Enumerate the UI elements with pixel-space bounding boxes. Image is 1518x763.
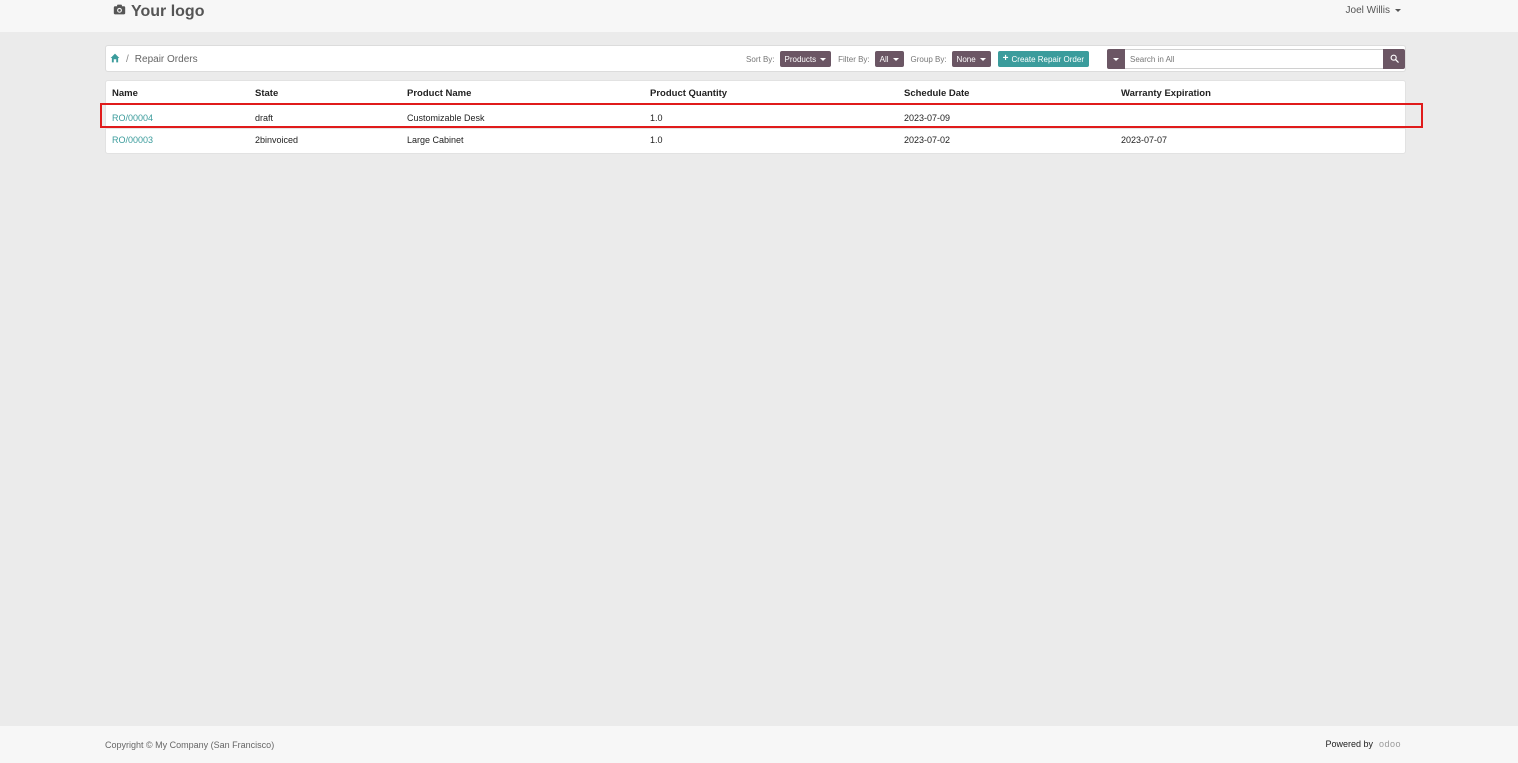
- table-row[interactable]: RO/00004 draft Customizable Desk 1.0 202…: [106, 107, 1405, 129]
- chevron-down-icon: [1395, 9, 1401, 12]
- state-cell: 2binvoiced: [255, 135, 299, 145]
- filter-value: All: [879, 54, 889, 64]
- logo-text: Your logo: [131, 3, 205, 20]
- search-group: [1107, 49, 1405, 69]
- column-header-state: State: [255, 88, 279, 99]
- chevron-down-icon: [820, 57, 827, 61]
- create-repair-order-button[interactable]: + Create Repair Order: [997, 51, 1089, 67]
- group-value: None: [956, 54, 976, 64]
- camera-icon: [113, 3, 126, 21]
- plus-icon: +: [1002, 53, 1009, 64]
- schedule-date-cell: 2023-07-09: [904, 113, 951, 123]
- chevron-down-icon: [1113, 57, 1119, 61]
- filter-label: Filter By:: [838, 54, 870, 64]
- state-cell: draft: [255, 113, 274, 123]
- table-header-row: Name State Product Name Product Quantity…: [106, 83, 1405, 105]
- breadcrumb-current: Repair Orders: [134, 53, 198, 65]
- column-header-warranty-expiration: Warranty Expiration: [1121, 88, 1211, 99]
- user-menu-dropdown[interactable]: Joel Willis: [1346, 5, 1401, 16]
- breadcrumb-separator: /: [126, 53, 129, 65]
- powered-by-label: Powered by: [1325, 739, 1373, 749]
- user-name: Joel Willis: [1345, 5, 1390, 16]
- product-quantity-cell: 1.0: [650, 113, 663, 123]
- search-icon: [1390, 50, 1399, 68]
- group-dropdown[interactable]: None: [951, 51, 991, 67]
- sort-dropdown[interactable]: Products: [779, 51, 832, 67]
- column-header-schedule-date: Schedule Date: [904, 88, 970, 99]
- product-quantity-cell: 1.0: [650, 135, 663, 145]
- sort-label: Sort By:: [746, 54, 775, 64]
- schedule-date-cell: 2023-07-02: [904, 135, 951, 145]
- search-filter-dropdown[interactable]: [1107, 49, 1125, 69]
- copyright-text: Copyright © My Company (San Francisco): [105, 740, 275, 750]
- chevron-down-icon: [892, 57, 899, 61]
- search-button[interactable]: [1383, 49, 1405, 69]
- breadcrumb: / Repair Orders: [110, 51, 198, 67]
- warranty-expiration-cell: 2023-07-07: [1121, 135, 1168, 145]
- repair-order-link[interactable]: RO/00004: [112, 107, 153, 129]
- odoo-logo: odoo: [1378, 739, 1401, 749]
- product-name-cell: Large Cabinet: [407, 135, 464, 145]
- column-header-product-name: Product Name: [407, 88, 472, 99]
- create-button-label: Create Repair Order: [1011, 54, 1084, 64]
- top-navbar: Your logo Joel Willis: [0, 0, 1518, 32]
- repair-order-link[interactable]: RO/00003: [112, 129, 153, 151]
- list-toolbar: / Repair Orders Sort By: Products Filter…: [105, 45, 1406, 72]
- search-input[interactable]: [1125, 49, 1383, 69]
- column-header-product-quantity: Product Quantity: [650, 88, 728, 99]
- repair-orders-table: Name State Product Name Product Quantity…: [105, 80, 1406, 154]
- home-icon[interactable]: [110, 53, 120, 66]
- sort-value: Products: [784, 54, 817, 64]
- brand-logo[interactable]: Your logo: [113, 2, 204, 22]
- page-footer: Copyright © My Company (San Francisco) P…: [0, 726, 1518, 763]
- chevron-down-icon: [979, 57, 986, 61]
- list-controls: Sort By: Products Filter By: All Group B…: [746, 50, 1089, 68]
- product-name-cell: Customizable Desk: [407, 113, 485, 123]
- filter-dropdown[interactable]: All: [874, 51, 904, 67]
- column-header-name: Name: [112, 88, 138, 99]
- table-row[interactable]: RO/00003 2binvoiced Large Cabinet 1.0 20…: [106, 129, 1405, 151]
- powered-by[interactable]: Powered by odoo: [1325, 739, 1401, 749]
- group-label: Group By:: [910, 54, 947, 64]
